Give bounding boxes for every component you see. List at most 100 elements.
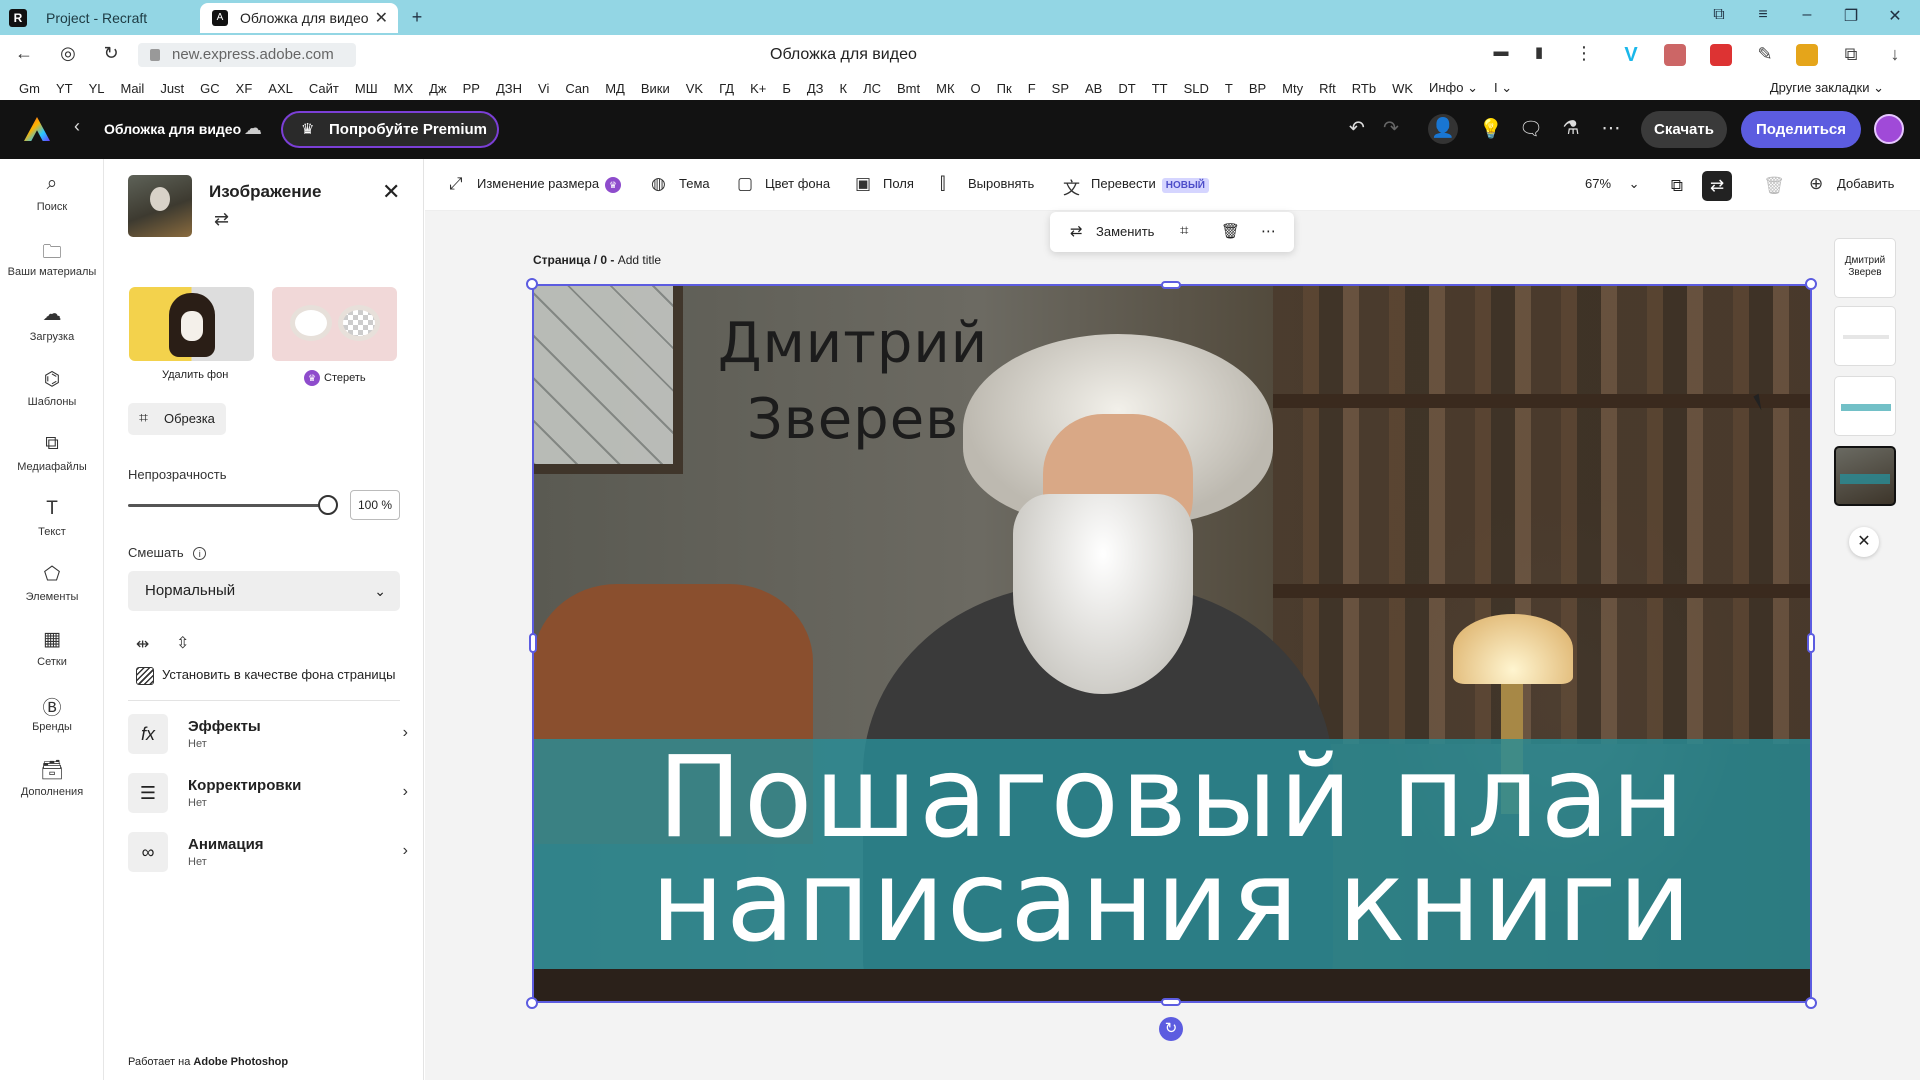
- rail-item-search[interactable]: ⌕ Поиск: [0, 173, 104, 213]
- bookmark-item[interactable]: Just: [160, 81, 184, 96]
- vimeo-ext-icon[interactable]: V: [1620, 44, 1642, 66]
- bookmark-item[interactable]: Б: [782, 81, 791, 96]
- bookmark-item[interactable]: Mail: [120, 81, 144, 96]
- set-as-background-button[interactable]: Установить в качестве фона страницы: [136, 667, 395, 685]
- zoom-control[interactable]: 67% ⌄: [1585, 176, 1640, 192]
- bookmark-item[interactable]: MX: [394, 81, 414, 96]
- cloud-icon[interactable]: ☁: [244, 118, 262, 139]
- bookmark-item[interactable]: Инфо ⌄: [1429, 80, 1478, 96]
- bookmark-item[interactable]: Mty: [1282, 81, 1303, 96]
- remove-background-card[interactable]: [129, 287, 254, 361]
- layers-icon[interactable]: ⧉: [1662, 171, 1692, 201]
- rail-item-upload[interactable]: ☁ Загрузка: [0, 303, 104, 343]
- bookmark-item[interactable]: Вики: [641, 81, 670, 96]
- invite-icon[interactable]: 👤: [1428, 114, 1458, 144]
- bookmark-item[interactable]: RTb: [1352, 81, 1376, 96]
- bookmark-item[interactable]: О: [971, 81, 981, 96]
- rotate-handle-icon[interactable]: ↻: [1159, 1017, 1183, 1041]
- trash-icon[interactable]: 🗑: [1759, 171, 1789, 201]
- rail-item-media[interactable]: ⧉ Медиафайлы: [0, 433, 104, 473]
- bookmark-item[interactable]: VK: [686, 81, 703, 96]
- bookmark-item[interactable]: SP: [1052, 81, 1069, 96]
- page-thumbnail-1[interactable]: Дмитрий Зверев: [1834, 238, 1896, 298]
- bookmark-item[interactable]: GC: [200, 81, 220, 96]
- close-pages-icon[interactable]: ✕: [1849, 527, 1879, 557]
- comment-icon[interactable]: ▬: [1489, 43, 1513, 60]
- premium-button[interactable]: ♛ Попробуйте Premium: [281, 111, 499, 148]
- comments-icon[interactable]: 🗨: [1518, 117, 1544, 141]
- bookmark-item[interactable]: ЛС: [863, 81, 881, 96]
- bookmark-item[interactable]: K+: [750, 81, 766, 96]
- restore-icon[interactable]: ❐: [1839, 6, 1863, 26]
- bookmark-item[interactable]: I ⌄: [1494, 80, 1512, 96]
- more-icon[interactable]: ⋯: [1261, 222, 1276, 240]
- adobe-express-logo-icon[interactable]: [24, 117, 50, 141]
- bookmark-item[interactable]: Пк: [997, 81, 1012, 96]
- effects-section[interactable]: fx Эффекты Нет ›: [128, 714, 408, 758]
- bookmark-manager-icon[interactable]: ⧉: [1707, 6, 1731, 24]
- more-icon[interactable]: ⋮: [1572, 43, 1596, 64]
- rail-item-addons[interactable]: 🗃 Дополнения: [0, 758, 104, 798]
- bookmark-item[interactable]: Gm: [19, 81, 40, 96]
- close-window-icon[interactable]: ✕: [1883, 6, 1907, 26]
- rail-item-grid[interactable]: ▦ Сетки: [0, 628, 104, 668]
- bookmark-item[interactable]: МШ: [355, 81, 378, 96]
- undo-icon[interactable]: ↶: [1344, 117, 1370, 140]
- resize-handle-bottom-left[interactable]: [526, 997, 538, 1009]
- rail-item-shapes[interactable]: ⬠ Элементы: [0, 563, 104, 603]
- adjustments-section[interactable]: ☰ Корректировки Нет ›: [128, 773, 408, 817]
- bookmark-item[interactable]: YL: [89, 81, 105, 96]
- flip-horizontal-icon[interactable]: ⇹: [136, 634, 149, 654]
- bookmark-item[interactable]: F: [1028, 81, 1036, 96]
- ext-icon[interactable]: [1664, 44, 1686, 66]
- opacity-slider-knob[interactable]: [318, 495, 338, 515]
- extensions-icon[interactable]: ⧉: [1840, 44, 1862, 66]
- tab-active[interactable]: A Обложка для видео ✕: [200, 3, 398, 33]
- bookmark-item[interactable]: Rft: [1319, 81, 1336, 96]
- bookmark-item[interactable]: МД: [605, 81, 625, 96]
- bookmark-item[interactable]: AB: [1085, 81, 1102, 96]
- ext-icon[interactable]: [1796, 44, 1818, 66]
- resize-handle-left[interactable]: [529, 633, 537, 653]
- page-thumbnail-2[interactable]: [1834, 306, 1896, 366]
- crop-button[interactable]: ⌗ Обрезка: [128, 403, 226, 435]
- bookmark-item[interactable]: T: [1225, 81, 1233, 96]
- resize-handle-top[interactable]: [1161, 281, 1181, 289]
- resize-button[interactable]: ⤢ Изменение размера ♛: [449, 174, 622, 193]
- bookmark-item[interactable]: DT: [1118, 81, 1135, 96]
- replace-image-icon[interactable]: ⇄: [214, 209, 229, 230]
- translate-button[interactable]: 文 Перевести НОВЫЙ: [1063, 176, 1209, 198]
- add-page-button[interactable]: ⊕ Добавить: [1809, 174, 1894, 193]
- bookmark-item[interactable]: PP: [463, 81, 480, 96]
- opacity-slider-track[interactable]: [128, 504, 328, 507]
- bookmark-item[interactable]: К: [840, 81, 848, 96]
- flip-vertical-icon[interactable]: ⇳: [176, 633, 189, 653]
- resize-handle-bottom[interactable]: [1161, 998, 1181, 1006]
- download-button[interactable]: Скачать: [1641, 111, 1727, 148]
- avatar[interactable]: [1874, 114, 1904, 144]
- flask-icon[interactable]: ⚗: [1558, 117, 1584, 140]
- align-button[interactable]: ⫿ Выровнять: [940, 174, 1034, 193]
- crop-icon[interactable]: ⌗: [1180, 222, 1188, 239]
- page-thumbnail-3[interactable]: [1834, 376, 1896, 436]
- blend-mode-select[interactable]: Нормальный ⌄: [128, 571, 400, 611]
- opacity-input[interactable]: 100 %: [350, 490, 400, 520]
- page-title-input[interactable]: Add title: [618, 253, 661, 267]
- trash-icon[interactable]: 🗑: [1221, 222, 1240, 240]
- bookmark-item[interactable]: ГД: [719, 81, 734, 96]
- close-panel-icon[interactable]: ✕: [382, 179, 400, 205]
- minimize-icon[interactable]: –: [1795, 6, 1819, 24]
- bookmark-item[interactable]: WK: [1392, 81, 1413, 96]
- redo-icon[interactable]: ↷: [1378, 117, 1404, 140]
- bookmark-item[interactable]: Сайт: [309, 81, 339, 96]
- bookmark-item[interactable]: YT: [56, 81, 73, 96]
- share-button[interactable]: Поделиться: [1741, 111, 1861, 148]
- close-tab-icon[interactable]: ✕: [375, 8, 388, 28]
- bookmark-item[interactable]: SLD: [1184, 81, 1209, 96]
- animation-section[interactable]: ∞ Анимация Нет ›: [128, 832, 408, 876]
- rail-item-text[interactable]: T Текст: [0, 498, 104, 538]
- more-icon[interactable]: ⋯: [1598, 117, 1624, 140]
- bookmark-item[interactable]: AXL: [268, 81, 293, 96]
- page-thumbnail-4[interactable]: [1834, 446, 1896, 506]
- bookmark-item[interactable]: Дж: [429, 81, 447, 96]
